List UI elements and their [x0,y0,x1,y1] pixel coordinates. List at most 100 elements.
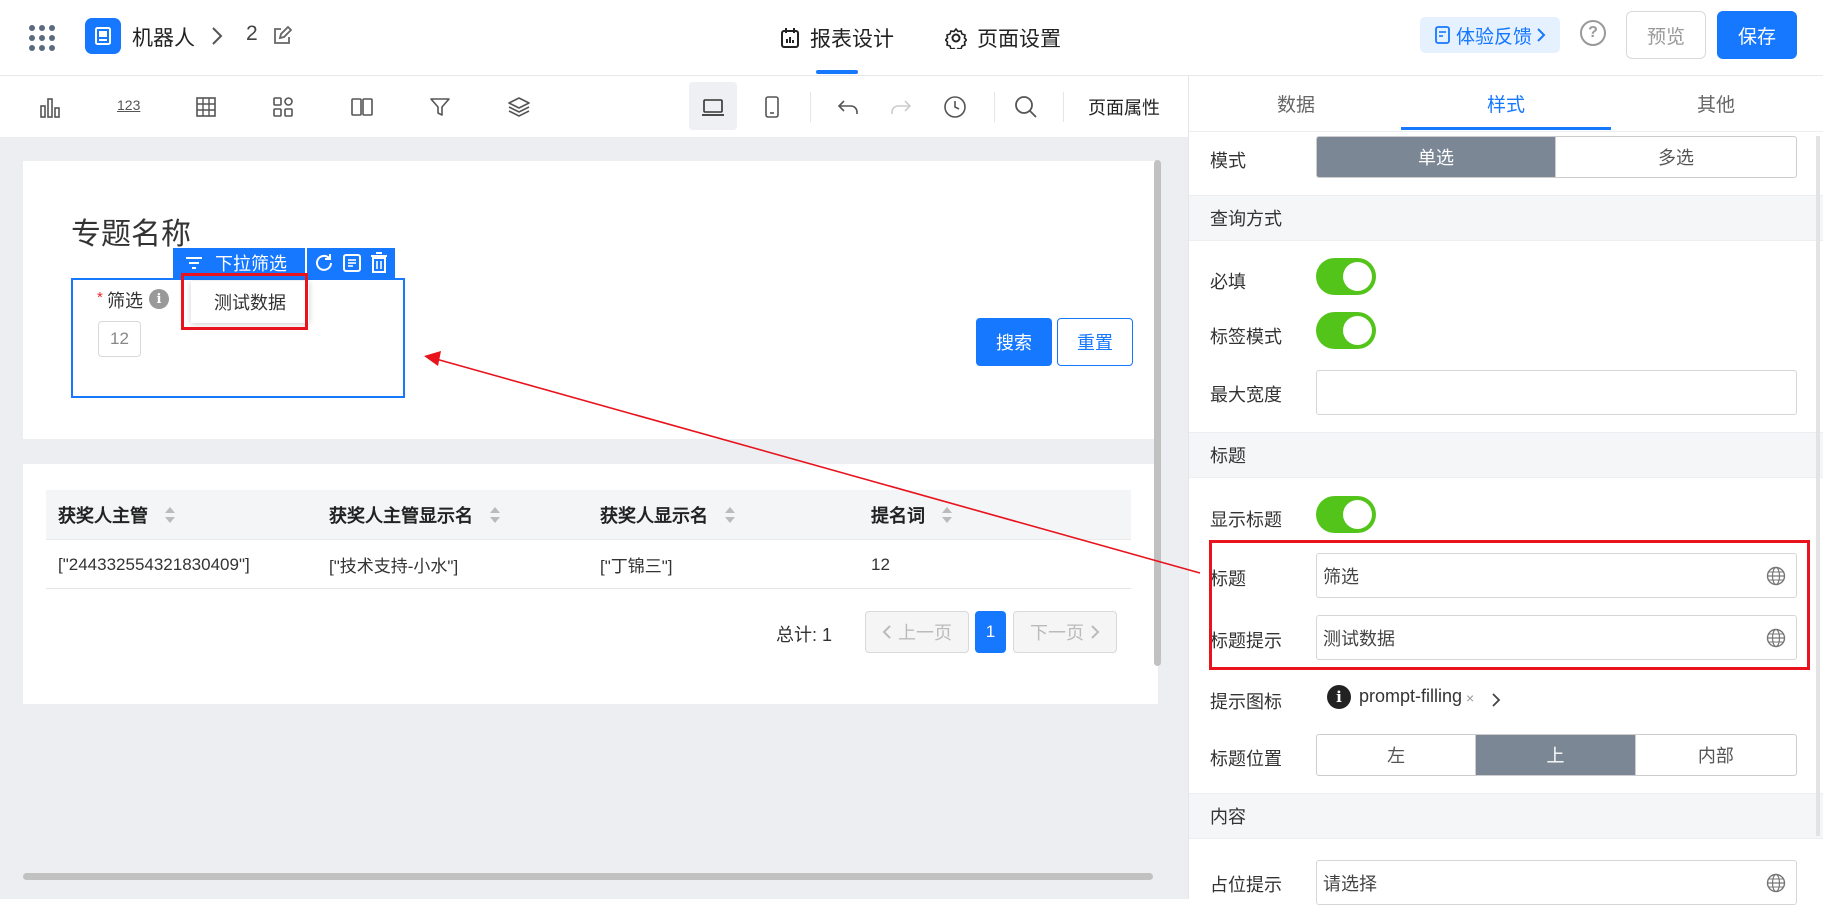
filter-label: 筛选 [107,291,143,311]
info-icon[interactable]: i [149,289,169,309]
history-icon[interactable] [942,94,968,120]
prev-page-button[interactable]: 上一页 [865,611,969,653]
required-toggle[interactable] [1316,258,1376,295]
redo-icon[interactable] [888,94,914,120]
mode-option-single[interactable]: 单选 [1317,137,1556,177]
placeholder-value: 请选择 [1323,873,1377,894]
globe-icon[interactable] [1766,873,1786,893]
app-name[interactable]: 机器人 [132,22,195,52]
tag-mode-toggle[interactable] [1316,312,1376,349]
column-header-label: 获奖人主管显示名 [329,506,473,526]
column-header[interactable]: 获奖人主管 [58,490,176,540]
position-option-top[interactable]: 上 [1476,735,1636,775]
position-option-left[interactable]: 左 [1317,735,1477,775]
table-section-card: 获奖人主管 获奖人主管显示名 获奖人显示名 提名词 ["244332554321… [23,464,1158,704]
tip-icon-label: 提示图标 [1210,692,1282,712]
feedback-label: 体验反馈 [1455,26,1532,48]
position-option-inside[interactable]: 内部 [1636,735,1796,775]
number-icon[interactable]: 123 [117,94,143,120]
current-page[interactable]: 1 [975,611,1006,653]
table-row[interactable]: ["244332554321830409"] ["技术支持-小水"] ["丁锦三… [46,540,1131,589]
column-header[interactable]: 获奖人主管显示名 [329,490,501,540]
tag-mode-label: 标签模式 [1210,327,1282,347]
tab-report-design[interactable]: 报表设计 [780,0,894,76]
breadcrumb-page[interactable]: 2 [246,22,258,46]
copy-icon[interactable] [341,252,363,274]
prev-page-label: 上一页 [898,623,952,643]
toolbar-divider [810,92,811,122]
sort-icon[interactable] [724,505,736,525]
page-properties-button[interactable]: 页面属性 [1088,94,1160,120]
save-button[interactable]: 保存 [1717,11,1797,59]
edit-icon[interactable] [272,26,292,46]
active-tab-indicator [1401,127,1611,130]
breadcrumb-chevron-icon [210,26,224,46]
sort-icon[interactable] [164,505,176,525]
horizontal-scrollbar[interactable] [23,873,1153,880]
preview-button[interactable]: 预览 [1626,11,1706,59]
gear-icon [945,27,967,49]
undo-icon[interactable] [835,94,861,120]
mode-option-multi[interactable]: 多选 [1556,137,1796,177]
tab-label: 页面设置 [977,28,1061,51]
annotation-highlight-box [1209,540,1810,670]
show-title-label: 显示标题 [1210,510,1282,530]
chevron-left-icon [882,624,892,640]
toolbar-divider [994,92,995,122]
tab-other[interactable]: 其他 [1611,76,1821,131]
annotation-highlight-box [181,273,308,330]
placeholder-label: 占位提示 [1210,875,1282,895]
table-cell: ["丁锦三"] [600,557,673,576]
grid-icon[interactable] [270,94,296,120]
placeholder-input[interactable]: 请选择 [1316,860,1797,905]
required-mark: * [97,289,103,306]
tip-icon-value[interactable]: prompt-filling [1359,686,1462,707]
search-icon[interactable] [1013,94,1039,120]
refresh-icon[interactable] [313,252,335,274]
required-label: 必填 [1210,272,1246,292]
layers-icon[interactable] [506,94,532,120]
column-header[interactable]: 获奖人显示名 [600,490,736,540]
app-grid-icon[interactable] [28,24,56,52]
mode-segmented-control: 单选 多选 [1316,136,1797,178]
chevron-right-icon[interactable] [1491,692,1501,708]
clear-icon[interactable]: × [1466,690,1474,706]
sort-icon[interactable] [489,505,501,525]
feedback-button[interactable]: 体验反馈 [1420,17,1560,53]
next-page-button[interactable]: 下一页 [1013,611,1117,653]
tab-page-settings[interactable]: 页面设置 [945,0,1061,76]
title-position-label: 标题位置 [1210,749,1282,769]
query-section-header: 查询方式 [1189,195,1823,241]
mobile-icon[interactable] [759,94,785,120]
info-icon: i [1327,685,1351,709]
filter-icon[interactable] [427,94,453,120]
max-width-input[interactable] [1316,370,1797,415]
column-header-label: 获奖人显示名 [600,506,708,526]
show-title-toggle[interactable] [1316,496,1376,533]
sort-icon[interactable] [941,505,953,525]
table-header: 获奖人主管 获奖人主管显示名 获奖人显示名 提名词 [46,490,1131,540]
column-header-label: 获奖人主管 [58,506,148,526]
desktop-icon[interactable] [700,94,726,120]
table-icon[interactable] [193,94,219,120]
tab-label: 报表设计 [810,28,894,51]
trash-icon[interactable] [369,252,389,274]
panel-scrollbar[interactable] [1816,136,1820,836]
table-cell: ["244332554321830409"] [58,554,250,574]
filter-section-card: 专题名称 下拉筛选 * 筛选 i 测试数据 12 搜索 重置 [23,161,1158,439]
chevron-right-icon [1536,27,1546,43]
tab-data[interactable]: 数据 [1191,76,1401,131]
search-button[interactable]: 搜索 [976,318,1052,366]
column-header[interactable]: 提名词 [871,490,953,540]
columns-icon[interactable] [349,94,375,120]
bar-chart-icon[interactable] [37,94,63,120]
tab-style[interactable]: 样式 [1401,76,1611,131]
filter-value-tag[interactable]: 12 [98,321,141,357]
section-title[interactable]: 专题名称 [71,209,191,253]
help-icon[interactable]: ? [1580,20,1606,46]
total-count: 总计: 1 [776,625,833,645]
feedback-icon [1434,25,1452,45]
component-actions [307,248,395,278]
reset-button[interactable]: 重置 [1057,318,1133,366]
vertical-scrollbar[interactable] [1154,160,1161,666]
